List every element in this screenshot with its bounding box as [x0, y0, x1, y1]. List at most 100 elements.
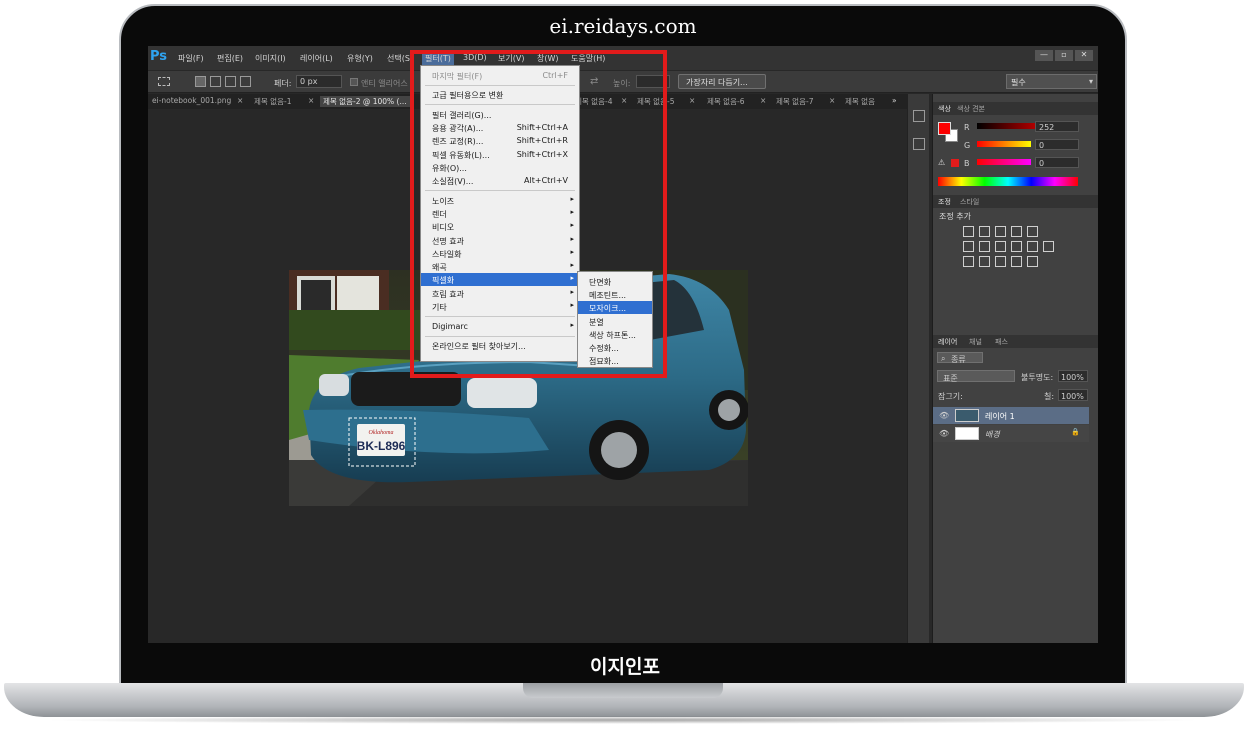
add-selection-icon[interactable] — [210, 76, 221, 87]
properties-icon[interactable] — [913, 138, 925, 150]
menu-type[interactable]: 유형(Y) — [347, 53, 373, 64]
channel-mixer-icon[interactable] — [1027, 241, 1038, 252]
tab-paths[interactable]: 패스 — [995, 337, 1008, 347]
layer-row-selected[interactable]: 👁 레이어 1 — [933, 407, 1089, 424]
antialias-label: 앤티 앨리어스 — [361, 79, 408, 88]
layer-thumbnail — [955, 409, 979, 422]
menu-edit[interactable]: 편집(E) — [217, 53, 243, 64]
curves-icon[interactable] — [995, 226, 1006, 237]
collapsed-panel-strip — [907, 94, 929, 643]
channel-g-input[interactable]: 0 — [1035, 139, 1079, 150]
lock-label: 잠그기: — [938, 392, 963, 401]
site-title: ei.reidays.com — [549, 14, 697, 38]
tab-document[interactable]: 제목 없음 — [845, 96, 875, 107]
balance-icon[interactable] — [979, 241, 990, 252]
exposure-icon[interactable] — [1011, 226, 1022, 237]
feather-label: 페더: — [274, 79, 292, 88]
tab-document[interactable]: 제목 없음-1 — [254, 96, 291, 107]
plate-number: BK-L896 — [357, 439, 406, 453]
selective-color-icon[interactable] — [1027, 256, 1038, 267]
channel-g-label: G — [964, 141, 971, 150]
blend-mode-select[interactable]: 표준 — [937, 370, 1015, 383]
right-panel-dock: 색상 색상 견본 R 252 G 0 ⚠ B 0 조정 스타일 조정 추가 레이… — [932, 94, 1098, 643]
opacity-label: 불투명도: — [1021, 373, 1054, 382]
brightness-icon[interactable] — [963, 226, 974, 237]
subtract-selection-icon[interactable] — [225, 76, 236, 87]
blend-mode-value: 표준 — [943, 374, 958, 383]
tab-styles[interactable]: 스타일 — [960, 197, 979, 207]
window-controls: — ▫ ✕ — [1035, 50, 1095, 62]
posterize-icon[interactable] — [979, 256, 990, 267]
tab-overflow-icon[interactable]: » — [892, 96, 897, 105]
tab-close-icon[interactable]: × — [237, 96, 243, 105]
kind-label: 종류 — [951, 355, 966, 364]
eye-icon[interactable]: 👁 — [939, 429, 949, 438]
gradient-map-icon[interactable] — [1011, 256, 1022, 267]
channel-r-input[interactable]: 252 — [1035, 121, 1079, 132]
lock-icon: 🔒 — [1071, 428, 1080, 436]
tab-channels[interactable]: 채널 — [969, 337, 982, 347]
channel-b-label: B — [964, 159, 970, 168]
channel-r-value: 252 — [1039, 123, 1055, 132]
tab-document[interactable]: 제목 없음-7 — [776, 96, 813, 107]
maximize-button[interactable]: ▫ — [1055, 50, 1073, 61]
hue-icon[interactable] — [963, 241, 974, 252]
tab-close-icon[interactable]: × — [308, 96, 314, 105]
channel-b-value: 0 — [1039, 159, 1045, 168]
tab-close-icon[interactable]: × — [689, 96, 695, 105]
feather-input[interactable]: 0 px — [296, 75, 342, 88]
tab-color[interactable]: 색상 — [938, 104, 951, 114]
minimize-button[interactable]: — — [1035, 50, 1053, 61]
menu-layer[interactable]: 레이어(L) — [300, 53, 333, 64]
feather-value: 0 px — [300, 77, 318, 86]
annotation-highlight-box — [410, 50, 667, 378]
levels-icon[interactable] — [979, 226, 990, 237]
layer-thumbnail — [955, 427, 979, 440]
search-icon: ⌕ — [941, 354, 946, 363]
channel-r-label: R — [964, 123, 970, 132]
menu-file[interactable]: 파일(F) — [178, 53, 204, 64]
layer-kind-filter[interactable]: ⌕ 종류 — [937, 352, 983, 364]
close-button[interactable]: ✕ — [1075, 50, 1093, 61]
history-icon[interactable] — [913, 110, 925, 122]
fill-value: 100% — [1061, 392, 1084, 401]
tab-document-active[interactable]: 제목 없음-2 @ 100% (... — [320, 96, 410, 107]
tab-document[interactable]: ei-notebook_001.png — [152, 96, 231, 105]
tab-layers[interactable]: 레이어 — [938, 337, 957, 347]
color-spectrum-bar[interactable] — [938, 177, 1078, 186]
invert-icon[interactable] — [963, 256, 974, 267]
gamut-swatch[interactable] — [951, 159, 959, 167]
opacity-input[interactable]: 100% — [1058, 370, 1088, 382]
adjustments-title: 조정 추가 — [939, 212, 971, 221]
tab-document[interactable]: 제목 없음-6 — [707, 96, 744, 107]
adjustment-icons-grid[interactable] — [963, 226, 1054, 296]
workspace-select[interactable]: 필수 ▾ — [1006, 74, 1097, 89]
menu-image[interactable]: 이미지(I) — [255, 53, 286, 64]
marquee-tool-icon[interactable] — [158, 77, 170, 86]
tab-close-icon[interactable]: × — [760, 96, 766, 105]
tab-close-icon[interactable]: × — [829, 96, 835, 105]
photo-filter-icon[interactable] — [1011, 241, 1022, 252]
intersect-selection-icon[interactable] — [240, 76, 251, 87]
bw-icon[interactable] — [995, 241, 1006, 252]
channel-g-slider[interactable] — [977, 141, 1031, 147]
foreground-color-overlay — [938, 122, 951, 135]
refine-edge-button[interactable]: 가장자리 다듬기... — [678, 74, 766, 89]
fill-input[interactable]: 100% — [1058, 389, 1088, 401]
threshold-icon[interactable] — [995, 256, 1006, 267]
laptop-notch — [523, 683, 723, 698]
channel-b-slider[interactable] — [977, 159, 1031, 165]
tab-adjustments[interactable]: 조정 — [938, 197, 951, 207]
channel-b-input[interactable]: 0 — [1035, 157, 1079, 168]
tab-swatches[interactable]: 색상 견본 — [957, 104, 985, 114]
lookup-icon[interactable] — [1043, 241, 1054, 252]
new-selection-icon[interactable] — [195, 76, 206, 87]
vibrance-icon[interactable] — [1027, 226, 1038, 237]
eye-icon[interactable]: 👁 — [939, 411, 949, 420]
layer-name[interactable]: 레이어 1 — [985, 411, 1015, 422]
antialias-checkbox[interactable] — [350, 78, 358, 86]
layer-row[interactable]: 👁 배경 🔒 — [933, 425, 1089, 442]
layer-name[interactable]: 배경 — [985, 429, 1000, 440]
refine-edge-label: 가장자리 다듬기... — [686, 78, 748, 87]
